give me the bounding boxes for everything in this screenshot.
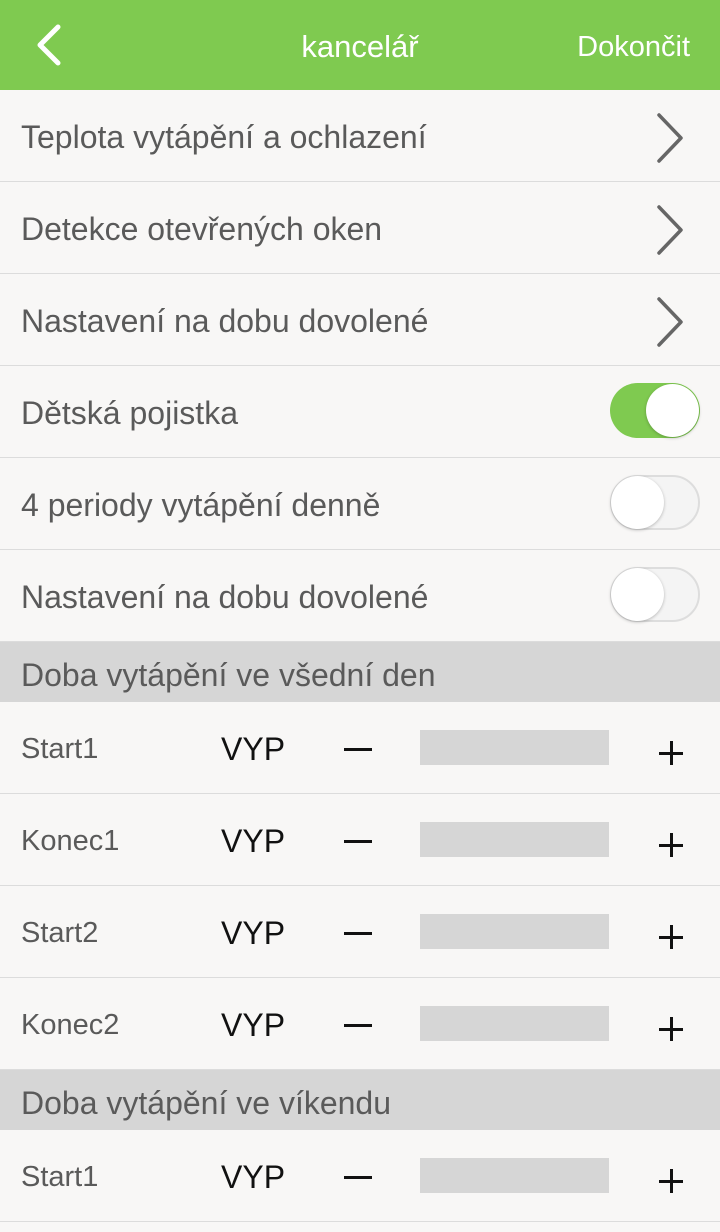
toggle-row-holiday: Nastavení na dobu dovolené: [0, 550, 720, 642]
nav-row-heating-cooling-temperature[interactable]: Teplota vytápění a ochlazení: [0, 90, 720, 182]
toggle-knob: [611, 476, 664, 529]
increment-button[interactable]: [652, 728, 690, 766]
time-label: Start1: [21, 733, 99, 765]
chevron-right-icon: [657, 297, 683, 347]
section-header-weekend: Doba vytápění ve víkendu: [0, 1070, 720, 1130]
weekday-time-row: Konec2 VYP: [0, 978, 720, 1070]
time-slider[interactable]: [420, 914, 609, 949]
section-header-weekday: Doba vytápění ve všední den: [0, 642, 720, 702]
increment-button[interactable]: [652, 1004, 690, 1042]
time-label: Konec2: [21, 1009, 120, 1041]
time-value: VYP: [221, 915, 286, 951]
time-label: Start2: [21, 917, 99, 949]
top-bar: kancelář Dokončit: [0, 0, 720, 90]
decrement-button[interactable]: [340, 824, 378, 854]
time-value: VYP: [221, 1159, 286, 1195]
weekday-time-row: Konec1 VYP: [0, 794, 720, 886]
decrement-button[interactable]: [340, 1008, 378, 1038]
row-label: Nastavení na dobu dovolené: [21, 579, 429, 615]
toggle-row-four-periods: 4 periody vytápění denně: [0, 458, 720, 550]
weekday-time-row: Start1 VYP: [0, 702, 720, 794]
chevron-right-icon: [657, 113, 683, 163]
time-slider[interactable]: [420, 730, 609, 765]
chevron-left-icon: [37, 24, 61, 66]
decrement-button[interactable]: [340, 1160, 378, 1190]
row-label: Nastavení na dobu dovolené: [21, 303, 429, 339]
time-value: VYP: [221, 1007, 286, 1043]
increment-button[interactable]: [652, 1156, 690, 1194]
nav-row-open-window-detection[interactable]: Detekce otevřených oken: [0, 182, 720, 274]
toggle-knob: [646, 384, 699, 437]
row-label: Teplota vytápění a ochlazení: [21, 119, 427, 155]
child-lock-toggle[interactable]: [610, 383, 700, 438]
row-label: 4 periody vytápění denně: [21, 487, 381, 523]
four-periods-toggle[interactable]: [610, 475, 700, 530]
holiday-toggle[interactable]: [610, 567, 700, 622]
weekend-time-row: Start1 VYP: [0, 1130, 720, 1222]
nav-row-holiday-setting[interactable]: Nastavení na dobu dovolené: [0, 274, 720, 366]
app-screen: kancelář Dokončit Teplota vytápění a och…: [0, 0, 720, 1232]
increment-button[interactable]: [652, 820, 690, 858]
section-title: Doba vytápění ve všední den: [21, 657, 436, 693]
time-slider[interactable]: [420, 822, 609, 857]
chevron-right-icon: [657, 205, 683, 255]
section-title: Doba vytápění ve víkendu: [21, 1085, 392, 1121]
time-label: Start1: [21, 1161, 99, 1193]
done-button[interactable]: Dokončit: [577, 0, 690, 90]
row-label: Detekce otevřených oken: [21, 211, 383, 247]
increment-button[interactable]: [652, 912, 690, 950]
time-value: VYP: [221, 731, 286, 767]
decrement-button[interactable]: [340, 732, 378, 762]
decrement-button[interactable]: [340, 916, 378, 946]
time-slider[interactable]: [420, 1158, 609, 1193]
back-button[interactable]: [22, 18, 76, 72]
row-label: Dětská pojistka: [21, 395, 238, 431]
time-label: Konec1: [21, 825, 120, 857]
toggle-row-child-lock: Dětská pojistka: [0, 366, 720, 458]
toggle-knob: [611, 568, 664, 621]
time-slider[interactable]: [420, 1006, 609, 1041]
time-value: VYP: [221, 823, 286, 859]
weekday-time-row: Start2 VYP: [0, 886, 720, 978]
settings-list: Teplota vytápění a ochlazení Detekce ote…: [0, 90, 720, 1222]
